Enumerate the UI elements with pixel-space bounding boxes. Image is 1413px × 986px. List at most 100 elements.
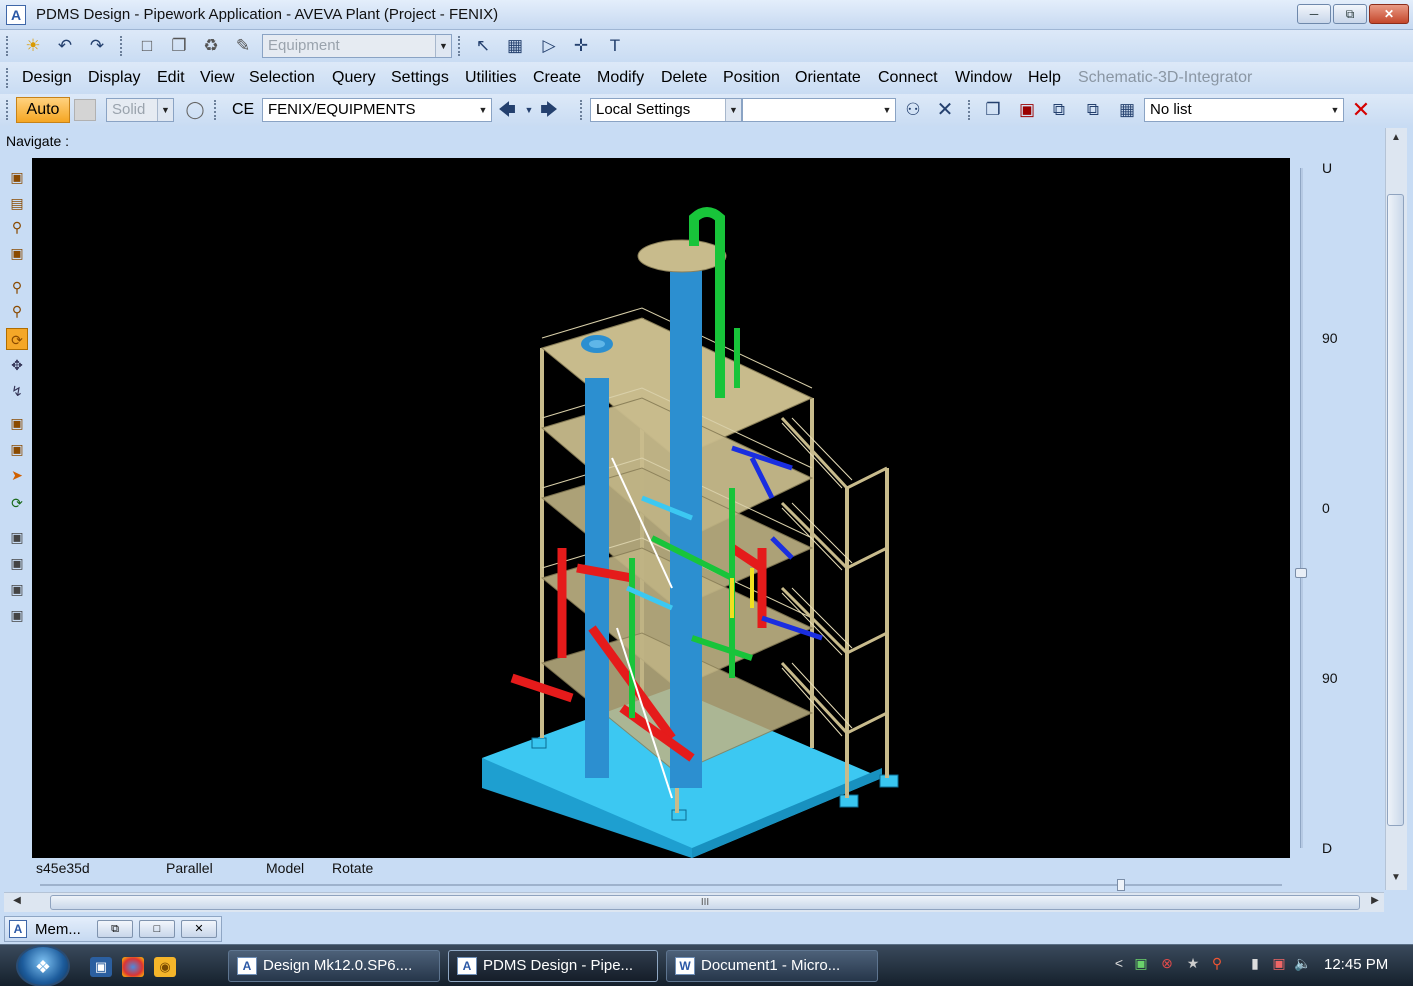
toolbar-grip[interactable] [214,100,217,120]
menu-edit[interactable]: Edit [157,69,185,87]
security-alert-icon[interactable]: ⊗ [1158,955,1176,975]
3d-viewport[interactable] [32,158,1290,858]
vertical-scroll-thumb[interactable] [1387,194,1404,826]
zoom-icon[interactable]: ⚲ [6,216,28,238]
element-type-combo[interactable]: Equipment ▼ [262,34,452,58]
menu-orientate[interactable]: Orientate [795,69,861,87]
walk-view-icon[interactable]: ▣ [6,166,28,188]
menu-modify[interactable]: Modify [597,69,644,87]
look-icon[interactable]: ➤ [6,464,28,486]
menu-window[interactable]: Window [955,69,1012,87]
pointer-select-icon[interactable]: ↖ [472,35,494,57]
menu-view[interactable]: View [200,69,234,87]
minimize-button[interactable]: ─ [1297,4,1331,24]
close-button[interactable]: ✕ [1369,4,1409,24]
cylinder-icon[interactable]: ◯ [184,99,206,121]
clear-icon[interactable]: ✕ [934,99,956,121]
elevation-slider-thumb[interactable] [1295,568,1307,578]
scroll-up-icon[interactable]: ▲ [1387,132,1405,148]
toolbar-grip[interactable] [6,36,9,56]
menu-position[interactable]: Position [723,69,780,87]
isometric-icon[interactable]: ▣ [6,242,28,264]
vertical-scrollbar[interactable]: ▲ ▼ [1385,128,1407,890]
menu-query[interactable]: Query [332,69,376,87]
auto-colour-button[interactable]: Auto [16,97,70,123]
representation-combo[interactable]: Solid ▼ [106,98,174,122]
scroll-right-icon[interactable]: ▶ [1366,895,1384,911]
mdi-maximize-button[interactable]: □ [139,920,175,938]
toolbar-grip[interactable] [580,100,583,120]
create-element-icon[interactable]: □ [136,35,158,57]
horizontal-scroll-thumb[interactable]: III [50,895,1360,910]
start-button[interactable]: ❖ [16,945,70,986]
antivirus-tray-icon[interactable]: ★ [1184,955,1202,975]
toolbar-grip[interactable] [6,100,9,120]
binoculars-icon[interactable]: ⚇ [902,99,924,121]
bearing-slider-track[interactable] [40,884,1282,886]
elevation-ruler[interactable]: U 90 0 90 D [1295,160,1356,860]
settings-name-combo[interactable]: ▼ [742,98,896,122]
walk-icon[interactable]: ↯ [6,380,28,402]
scroll-left-icon[interactable]: ◀ [8,895,26,911]
restore-button[interactable]: ⧉ [1333,4,1367,24]
menu-utilities[interactable]: Utilities [465,69,517,87]
camera-4-icon[interactable]: ▣ [6,604,28,626]
collection-list-combo[interactable]: No list ▼ [1144,98,1344,122]
menu-connect[interactable]: Connect [878,69,938,87]
chevron-down-icon[interactable]: ▼ [518,99,540,121]
menu-selection[interactable]: Selection [249,69,315,87]
remove-from-list-icon[interactable]: ⧉ [1082,99,1104,121]
save-view-icon[interactable]: ▣ [6,412,28,434]
rotate-icon[interactable]: ⟳ [6,328,28,350]
bearing-slider-thumb[interactable] [1117,879,1125,891]
select-box-icon[interactable]: ▦ [504,35,526,57]
sun-icon[interactable]: ☀ [22,35,44,57]
list-view-icon[interactable]: ▦ [1116,99,1138,121]
settings-combo[interactable]: Local Settings ▼ [590,98,742,122]
forward-arrow-icon[interactable]: 🡆 [538,99,560,121]
mdi-close-button[interactable]: ✕ [181,920,217,938]
task-design-mk12[interactable]: A Design Mk12.0.SP6.... [228,950,440,982]
display-tray-icon[interactable]: ▣ [1270,955,1288,975]
tag-element-icon[interactable]: ✎ [232,35,254,57]
task-document1-word[interactable]: W Document1 - Micro... [666,950,878,982]
scroll-down-icon[interactable]: ▼ [1387,872,1405,888]
toolbar-grip[interactable] [968,100,971,120]
search-tray-icon[interactable]: ⚲ [1208,955,1226,975]
menubar-grip[interactable] [6,68,9,88]
redo-icon[interactable]: ↷ [86,35,108,57]
firefox-icon[interactable]: ◉ [154,957,176,977]
system-clock[interactable]: 12:45 PM [1324,956,1388,973]
volume-icon[interactable]: 🔈 [1294,955,1312,975]
battery-icon[interactable]: ▮ [1246,955,1264,975]
copy-element-icon[interactable]: ❐ [168,35,190,57]
colour-swatch[interactable] [74,99,96,121]
text-origin-icon[interactable]: T [604,35,626,57]
camera-2-icon[interactable]: ▣ [6,552,28,574]
current-element-combo[interactable]: FENIX/EQUIPMENTS ▼ [262,98,492,122]
tray-expand-icon[interactable]: < [1110,955,1128,975]
back-arrow-icon[interactable]: 🡄 [496,99,518,121]
camera-3-icon[interactable]: ▣ [6,578,28,600]
toolbar-grip[interactable] [120,36,123,56]
camera-1-icon[interactable]: ▣ [6,526,28,548]
menu-create[interactable]: Create [533,69,581,87]
undo-icon[interactable]: ↶ [54,35,76,57]
play-icon[interactable]: ▷ [538,35,560,57]
measure-icon[interactable]: ✛ [570,35,592,57]
zoom-out-icon[interactable]: ⚲ [6,300,28,322]
network-tray-icon[interactable]: ▣ [1132,955,1150,975]
restore-view-icon[interactable]: ▣ [6,438,28,460]
menu-design[interactable]: Design [22,69,72,87]
show-desktop-icon[interactable]: ▣ [90,957,112,977]
limits-icon[interactable]: ▤ [6,192,28,214]
add-to-list-icon[interactable]: ⧉ [1048,99,1070,121]
toolbar-grip[interactable] [458,36,461,56]
pan-icon[interactable]: ✥ [6,354,28,376]
save-icon[interactable]: ▣ [1016,99,1038,121]
delete-list-icon[interactable]: ✕ [1350,99,1372,121]
menu-delete[interactable]: Delete [661,69,707,87]
refresh-icon[interactable]: ⟳ [6,492,28,514]
zoom-in-icon[interactable]: ⚲ [6,276,28,298]
link-element-icon[interactable]: ♻ [200,35,222,57]
